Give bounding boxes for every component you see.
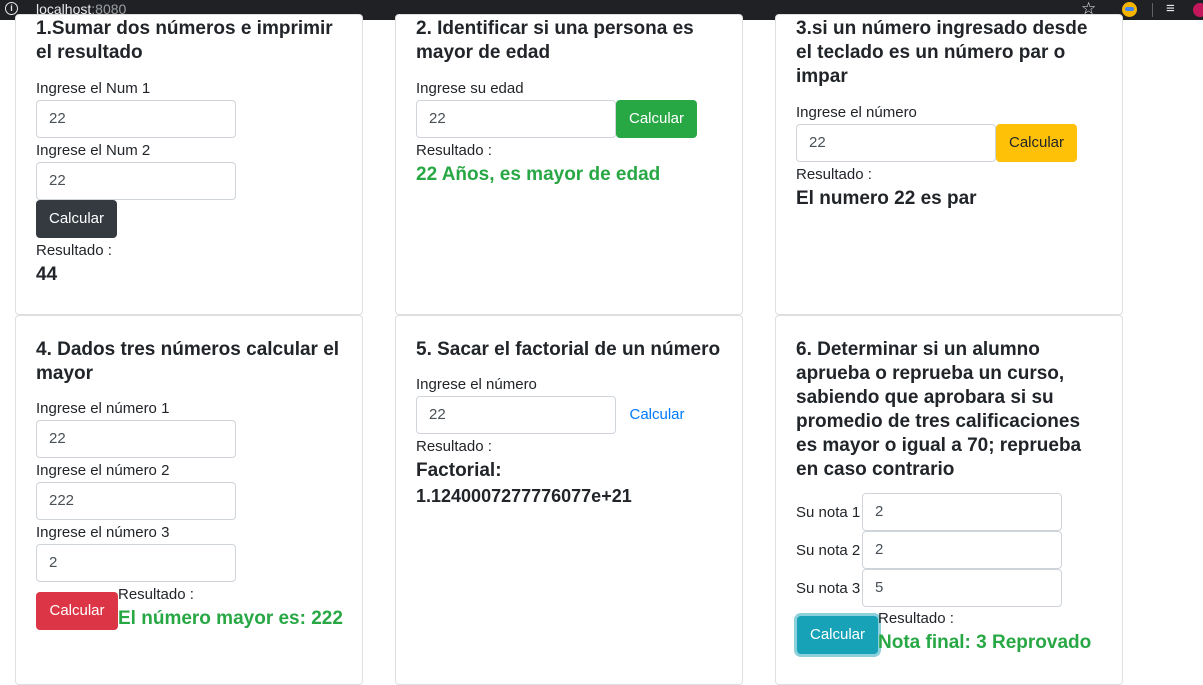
card-sum: 1.Sumar dos números e imprimir el result… xyxy=(15,14,363,315)
number-label: Ingrese el número xyxy=(416,376,537,393)
number-label: Ingrese el número xyxy=(796,104,917,121)
number1-label: Ingrese el número 1 xyxy=(36,400,170,417)
number1-input[interactable]: 22 xyxy=(36,420,236,458)
result-title: Factorial: xyxy=(416,460,502,481)
card-title: 2. Identificar si una persona es mayor d… xyxy=(416,18,694,63)
info-icon[interactable]: i xyxy=(5,2,18,15)
result-label: Resultado : xyxy=(416,142,492,159)
grade3-label: Su nota 3 xyxy=(796,580,861,597)
grade2-label: Su nota 2 xyxy=(796,542,861,559)
card-title: 5. Sacar el factorial de un número xyxy=(416,339,721,360)
parity-calcular-button[interactable]: Calcular xyxy=(996,124,1077,162)
profile-avatar[interactable] xyxy=(1193,3,1203,17)
grade2-input[interactable]: 2 xyxy=(862,531,1062,569)
toolbar-divider xyxy=(1152,3,1153,17)
result-label: Resultado : xyxy=(36,242,112,259)
age-input[interactable]: 22 xyxy=(416,100,616,138)
card-title: 1.Sumar dos números e imprimir el result… xyxy=(36,18,333,63)
result-value: 1.1240007277776077e+21 xyxy=(416,486,632,506)
result-label: Resultado : xyxy=(416,438,492,455)
extension-icon[interactable] xyxy=(1122,2,1137,17)
card-even-odd: 3.si un número ingresado desde el teclad… xyxy=(775,14,1123,315)
card-title: 4. Dados tres números calcular el mayor xyxy=(36,339,340,384)
number-input[interactable]: 22 xyxy=(796,124,996,162)
result-label: Resultado : xyxy=(878,610,954,627)
result-value: 22 Años, es mayor de edad xyxy=(416,164,661,185)
num1-input[interactable]: 22 xyxy=(36,100,236,138)
age-calcular-button[interactable]: Calcular xyxy=(616,100,697,138)
number2-label: Ingrese el número 2 xyxy=(36,462,170,479)
card-grades: 6. Determinar si un alumno aprueba o rep… xyxy=(775,315,1123,685)
number-input[interactable]: 22 xyxy=(416,396,616,434)
result-label: Resultado : xyxy=(796,166,872,183)
card-title: 6. Determinar si un alumno aprueba o rep… xyxy=(796,339,1082,480)
result-label: Resultado : xyxy=(118,586,194,603)
factorial-calcular-button[interactable]: Calcular xyxy=(618,396,696,434)
num2-input[interactable]: 22 xyxy=(36,162,236,200)
grades-calcular-button[interactable]: Calcular xyxy=(797,616,878,654)
number3-label: Ingrese el número 3 xyxy=(36,524,170,541)
result-value: El número mayor es: 222 xyxy=(118,608,343,629)
grade1-label: Su nota 1 xyxy=(796,504,861,521)
result-value: El numero 22 es par xyxy=(796,188,977,209)
card-max-of-three: 4. Dados tres números calcular el mayor … xyxy=(15,315,363,685)
number2-input[interactable]: 222 xyxy=(36,482,236,520)
card-age: 2. Identificar si una persona es mayor d… xyxy=(395,14,743,315)
result-value: Nota final: 3 Reprovado xyxy=(878,632,1092,653)
grade3-input[interactable]: 5 xyxy=(862,569,1062,607)
num1-label: Ingrese el Num 1 xyxy=(36,80,151,97)
num2-label: Ingrese el Num 2 xyxy=(36,142,151,159)
number3-input[interactable]: 2 xyxy=(36,544,236,582)
card-factorial: 5. Sacar el factorial de un número Ingre… xyxy=(395,315,743,685)
media-queue-icon[interactable]: ≡ xyxy=(1166,0,1175,17)
max-calcular-button[interactable]: Calcular xyxy=(36,592,118,630)
result-value: 44 xyxy=(36,264,58,285)
grade1-input[interactable]: 2 xyxy=(862,493,1062,531)
age-label: Ingrese su edad xyxy=(416,80,524,97)
card-title: 3.si un número ingresado desde el teclad… xyxy=(796,18,1088,87)
sum-calcular-button[interactable]: Calcular xyxy=(36,200,117,238)
